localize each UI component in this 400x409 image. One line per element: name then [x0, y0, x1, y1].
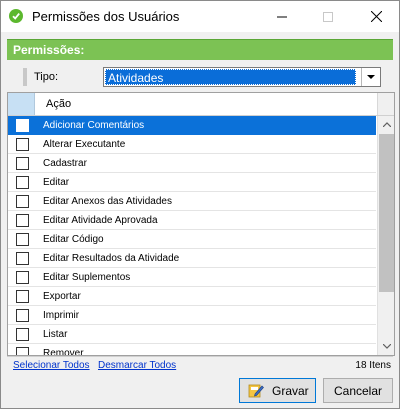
- table-row[interactable]: Exportar: [8, 287, 376, 306]
- cancel-button-label: Cancelar: [333, 383, 383, 398]
- row-label: Editar Suplementos: [43, 272, 131, 283]
- row-label: Imprimir: [43, 310, 80, 321]
- save-button-label: Gravar: [272, 384, 309, 398]
- chevron-down-icon[interactable]: [361, 68, 380, 86]
- permissions-header: Permissões:: [7, 39, 393, 60]
- row-checkbox[interactable]: [16, 328, 29, 341]
- row-label: Adicionar Comentários: [43, 120, 145, 131]
- table-row[interactable]: Editar Anexos das Atividades: [8, 192, 376, 211]
- permissions-dialog: Permissões dos Usuários Permissões: Tipo…: [0, 0, 400, 409]
- header-scroll-spacer: [377, 93, 394, 115]
- table-row[interactable]: Editar Resultados da Atividade: [8, 249, 376, 268]
- save-edit-icon: [248, 383, 264, 398]
- table-row[interactable]: Cadastrar: [8, 154, 376, 173]
- grid-footer: Selecionar Todos Desmarcar Todos 18 Iten…: [7, 356, 393, 375]
- column-header-acao[interactable]: Ação: [46, 98, 71, 110]
- tipo-accent-bar: [23, 68, 27, 86]
- row-checkbox[interactable]: [16, 157, 29, 170]
- grid-header: Ação: [8, 93, 394, 116]
- permissions-grid: Ação Adicionar Comentários Alterar Execut…: [7, 92, 395, 356]
- table-row[interactable]: Remover: [8, 344, 376, 356]
- app-check-icon: [9, 9, 23, 23]
- tipo-dropdown[interactable]: Atividades: [103, 67, 381, 87]
- row-checkbox[interactable]: [16, 138, 29, 151]
- row-checkbox[interactable]: [16, 176, 29, 189]
- permissions-header-label: Permissões:: [13, 43, 85, 57]
- row-checkbox[interactable]: [16, 271, 29, 284]
- close-button[interactable]: [353, 1, 399, 32]
- scrollbar-thumb[interactable]: [379, 134, 394, 292]
- grid-rows: Adicionar Comentários Alterar Executante C…: [8, 116, 376, 356]
- row-checkbox[interactable]: [16, 309, 29, 322]
- table-row[interactable]: Editar Código: [8, 230, 376, 249]
- title-bar[interactable]: Permissões dos Usuários: [1, 1, 399, 32]
- row-label: Remover: [43, 348, 84, 356]
- row-label: Cadastrar: [43, 158, 87, 169]
- row-label: Editar Resultados da Atividade: [43, 253, 180, 264]
- row-checkbox[interactable]: [16, 252, 29, 265]
- select-all-link[interactable]: Selecionar Todos: [13, 360, 90, 371]
- scroll-up-icon[interactable]: [378, 116, 394, 133]
- checkbox-column-header[interactable]: [8, 93, 35, 115]
- table-row[interactable]: Adicionar Comentários: [8, 116, 376, 135]
- tipo-selected-value[interactable]: Atividades: [105, 69, 356, 85]
- row-label: Editar: [43, 177, 70, 188]
- row-label: Exportar: [43, 291, 81, 302]
- table-row[interactable]: Editar Atividade Aprovada: [8, 211, 376, 230]
- row-checkbox[interactable]: [16, 195, 29, 208]
- tipo-row: Tipo: Atividades: [7, 61, 393, 93]
- table-row[interactable]: Listar: [8, 325, 376, 344]
- deselect-all-link[interactable]: Desmarcar Todos: [98, 360, 176, 371]
- row-label: Editar Anexos das Atividades: [43, 196, 172, 207]
- row-checkbox[interactable]: [16, 233, 29, 246]
- row-checkbox[interactable]: [16, 214, 29, 227]
- row-label: Listar: [43, 329, 68, 340]
- window-title: Permissões dos Usuários: [32, 9, 180, 24]
- row-label: Editar Atividade Aprovada: [43, 215, 158, 226]
- vertical-scrollbar[interactable]: [377, 116, 394, 355]
- scroll-down-icon[interactable]: [378, 338, 394, 355]
- row-label: Alterar Executante: [43, 139, 126, 150]
- item-count: 18 Itens: [355, 360, 391, 371]
- table-row[interactable]: Editar: [8, 173, 376, 192]
- row-checkbox[interactable]: [16, 347, 29, 355]
- maximize-button: [305, 1, 351, 32]
- cancel-button[interactable]: Cancelar: [323, 378, 393, 403]
- row-checkbox[interactable]: [16, 119, 29, 132]
- table-row[interactable]: Alterar Executante: [8, 135, 376, 154]
- save-button[interactable]: Gravar: [239, 378, 316, 403]
- table-row[interactable]: Editar Suplementos: [8, 268, 376, 287]
- row-label: Editar Código: [43, 234, 104, 245]
- table-row[interactable]: Imprimir: [8, 306, 376, 325]
- row-checkbox[interactable]: [16, 290, 29, 303]
- minimize-button[interactable]: [259, 1, 305, 32]
- tipo-label: Tipo:: [34, 71, 59, 83]
